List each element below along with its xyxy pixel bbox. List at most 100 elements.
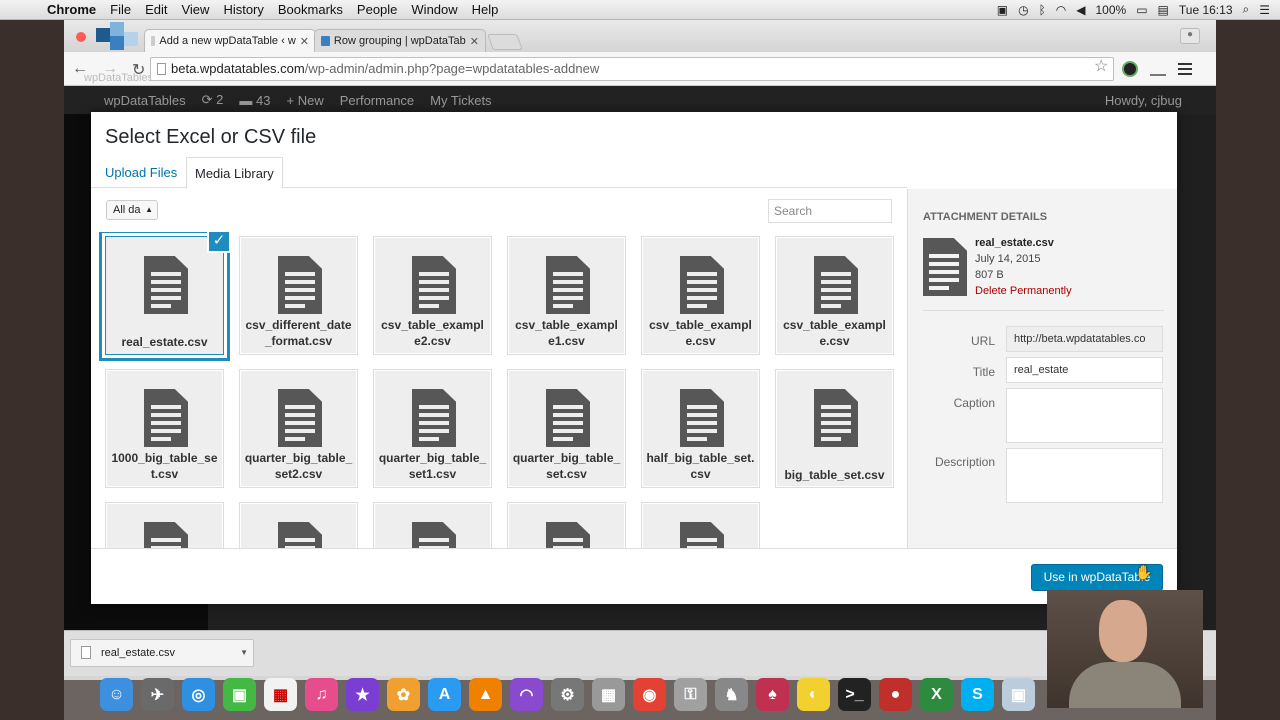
cyberduck-icon[interactable]: ◐ — [797, 678, 830, 711]
attachment-item[interactable]: csv_table_example2.csv — [373, 236, 492, 355]
tab-media-library[interactable]: Media Library — [186, 157, 283, 189]
imovie-icon[interactable]: ★ — [346, 678, 379, 711]
howdy-user[interactable]: Howdy, cjbug — [1105, 93, 1216, 108]
attachment-item[interactable]: half_big_table_set.csv — [641, 369, 760, 488]
launchpad-icon[interactable]: ✈ — [141, 678, 174, 711]
tab-upload-files[interactable]: Upload Files — [97, 157, 185, 189]
wifi-icon[interactable]: ◠ — [1056, 3, 1066, 17]
attachment-item[interactable]: csv_different_date_format.csv — [239, 236, 358, 355]
attachment-item[interactable]: quarter_big_table_set2.csv — [239, 369, 358, 488]
my-tickets-link[interactable]: My Tickets — [430, 93, 491, 108]
bookmark-star-icon[interactable]: ☆ — [1094, 56, 1108, 76]
caption-field[interactable] — [1006, 388, 1163, 443]
chrome-icon[interactable]: ◉ — [633, 678, 666, 711]
menu-app-name[interactable]: Chrome — [40, 2, 103, 17]
attachment-item[interactable]: big_table_set.csv — [775, 369, 894, 488]
delete-permanently-link[interactable]: Delete Permanently — [975, 283, 1072, 299]
description-field[interactable] — [1006, 448, 1163, 503]
close-window-button[interactable] — [76, 32, 86, 42]
attachment-filename: csv_table_example.csv — [649, 318, 752, 348]
battery-icon[interactable]: ▭ — [1136, 3, 1147, 17]
attachment-item[interactable]: csv_table_example.csv — [775, 236, 894, 355]
raspberry-icon[interactable]: ● — [879, 678, 912, 711]
download-item[interactable]: real_estate.csv ▼ — [70, 639, 254, 667]
chevron-down-icon[interactable]: ▼ — [240, 640, 248, 666]
attachment-item[interactable] — [239, 502, 358, 548]
calendar-icon[interactable]: ▦ — [264, 678, 297, 711]
filter-value: All da — [113, 204, 141, 216]
menu-edit[interactable]: Edit — [138, 2, 174, 17]
messages-icon[interactable]: ▣ — [223, 678, 256, 711]
profile-icon[interactable]: ● — [1180, 28, 1200, 44]
attachment-item[interactable] — [641, 502, 760, 548]
tab-add-new-wpdatatable[interactable]: Add a new wpDataTable ‹ w ✕ — [144, 29, 316, 52]
bluetooth-icon[interactable]: ᛒ — [1039, 3, 1046, 17]
address-bar[interactable]: beta.wpdatatables.com/wp-admin/admin.php… — [150, 57, 1114, 81]
vlc-icon[interactable]: ▲ — [469, 678, 502, 711]
calculator-icon[interactable]: ▦ — [592, 678, 625, 711]
virtualbox-icon[interactable]: ▣ — [1002, 678, 1035, 711]
menu-people[interactable]: People — [350, 2, 404, 17]
close-tab-icon[interactable]: ✕ — [470, 35, 479, 48]
chrome-menu-icon[interactable] — [1178, 63, 1192, 75]
spotlight-icon[interactable]: ⌕ — [1243, 2, 1250, 17]
app-store-icon[interactable]: A — [428, 678, 461, 711]
menu-file[interactable]: File — [103, 2, 138, 17]
attachment-item[interactable]: real_estate.csv ✓ — [105, 232, 231, 355]
wifi-app-icon[interactable]: ◠ — [510, 678, 543, 711]
menu-view[interactable]: View — [174, 2, 216, 17]
attachment-item[interactable] — [105, 502, 224, 548]
evernote-icon[interactable]: ♞ — [715, 678, 748, 711]
menu-history[interactable]: History — [216, 2, 270, 17]
extension-icon[interactable] — [1122, 61, 1138, 77]
new-tab-button[interactable] — [487, 34, 523, 50]
attachment-item[interactable]: csv_table_example1.csv — [507, 236, 626, 355]
volume-icon[interactable]: ◀ — [1076, 3, 1085, 17]
finder-icon[interactable]: ☺ — [100, 678, 133, 711]
attachment-item[interactable]: 1000_big_table_set.csv — [105, 369, 224, 488]
flag-icon[interactable]: ▤ — [1158, 3, 1169, 17]
attachment-item[interactable]: quarter_big_table_set.csv — [507, 369, 626, 488]
document-icon — [546, 389, 590, 447]
time-machine-icon[interactable]: ◷ — [1018, 3, 1028, 17]
download-extension-icon[interactable] — [1150, 62, 1166, 76]
itunes-icon[interactable]: ♫ — [305, 678, 338, 711]
file-icon — [81, 646, 91, 659]
system-preferences-icon[interactable]: ⚙ — [551, 678, 584, 711]
attachment-item[interactable]: quarter_big_table_set1.csv — [373, 369, 492, 488]
bird-app-icon[interactable]: ♠ — [756, 678, 789, 711]
safari-icon[interactable]: ◎ — [182, 678, 215, 711]
skype-icon[interactable]: S — [961, 678, 994, 711]
attachment-item[interactable]: csv_table_example.csv — [641, 236, 760, 355]
camera-icon[interactable]: ▣ — [997, 3, 1008, 17]
url-field[interactable]: http://beta.wpdatatables.co — [1006, 326, 1163, 352]
wpdatatables-favicon-icon — [321, 36, 330, 46]
close-tab-icon[interactable]: ✕ — [300, 35, 309, 48]
keychain-icon[interactable]: ⚿ — [674, 678, 707, 711]
wp-site-name[interactable]: wpDataTables — [104, 93, 186, 108]
menu-bookmarks[interactable]: Bookmarks — [271, 2, 350, 17]
url-host: beta.wpdatatables.com — [171, 61, 305, 76]
battery-percent[interactable]: 100% — [1096, 3, 1127, 17]
attachment-item[interactable] — [373, 502, 492, 548]
photos-icon[interactable]: ✿ — [387, 678, 420, 711]
menu-window[interactable]: Window — [404, 2, 464, 17]
checkmark-icon[interactable]: ✓ — [207, 232, 231, 253]
updates-icon[interactable]: ⟳ 2 — [202, 92, 224, 108]
media-filter-select[interactable]: All da ▲▼ — [106, 200, 158, 220]
caption-label: Caption — [953, 396, 995, 410]
modal-title: Select Excel or CSV file — [105, 126, 317, 148]
notification-icon[interactable]: ☰ — [1259, 3, 1270, 17]
comments-icon[interactable]: ▬ 43 — [239, 93, 270, 108]
browser-window: Add a new wpDataTable ‹ w ✕ Row grouping… — [64, 20, 1216, 680]
new-item-link[interactable]: + New — [287, 93, 324, 108]
excel-icon[interactable]: X — [920, 678, 953, 711]
clock[interactable]: Tue 16:13 — [1179, 3, 1233, 17]
title-field[interactable] — [1006, 357, 1163, 383]
attachment-item[interactable] — [507, 502, 626, 548]
tab-row-grouping[interactable]: Row grouping | wpDataTab ✕ — [314, 29, 486, 52]
performance-link[interactable]: Performance — [340, 93, 414, 108]
menu-help[interactable]: Help — [465, 2, 506, 17]
media-search-input[interactable] — [768, 199, 892, 223]
terminal-icon[interactable]: >_ — [838, 678, 871, 711]
